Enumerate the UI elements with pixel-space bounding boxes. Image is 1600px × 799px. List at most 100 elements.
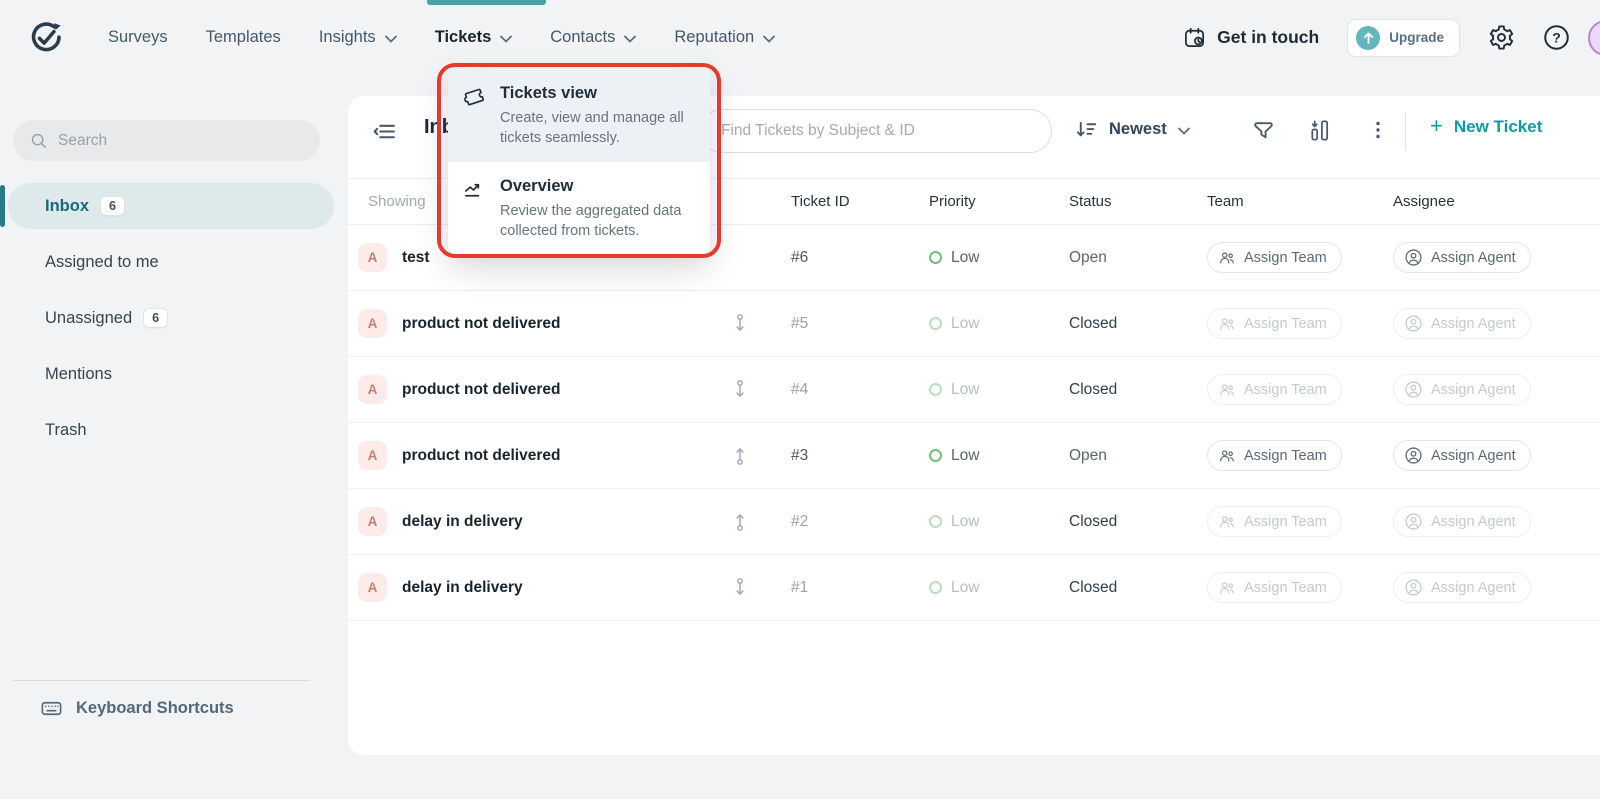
assign-team-button[interactable]: Assign Team bbox=[1207, 506, 1342, 537]
calendar-clock-icon bbox=[1183, 26, 1206, 49]
assign-agent-button[interactable]: Assign Agent bbox=[1393, 374, 1531, 405]
nav-item-contacts[interactable]: Contacts bbox=[550, 0, 636, 75]
ticket-subject: product not delivered bbox=[402, 381, 560, 399]
svg-text:?: ? bbox=[1552, 30, 1561, 46]
user-avatar[interactable] bbox=[1588, 20, 1600, 56]
assign-team-label: Assign Team bbox=[1244, 316, 1327, 332]
ticket-subject: delay in delivery bbox=[402, 579, 523, 597]
active-tab-indicator bbox=[427, 0, 546, 5]
nav-item-surveys[interactable]: Surveys bbox=[108, 0, 168, 75]
priority-dot-icon bbox=[929, 449, 942, 462]
ticket-id: #5 bbox=[791, 315, 929, 333]
assign-team-button[interactable]: Assign Team bbox=[1207, 440, 1342, 471]
agent-icon bbox=[1404, 446, 1423, 465]
menu-item-tickets-view[interactable]: Tickets view Create, view and manage all… bbox=[448, 69, 710, 162]
assign-team-button[interactable]: Assign Team bbox=[1207, 242, 1342, 273]
avatar: A bbox=[358, 375, 387, 404]
ticket-search-box[interactable] bbox=[700, 109, 1052, 153]
priority-label: Low bbox=[951, 513, 979, 531]
sidebar: Inbox6Assigned to meUnassigned6MentionsT… bbox=[0, 75, 330, 799]
nav-item-label: Reputation bbox=[674, 28, 754, 47]
nav-item-insights[interactable]: Insights bbox=[319, 0, 397, 75]
assign-team-button[interactable]: Assign Team bbox=[1207, 308, 1342, 339]
nav-item-label: Insights bbox=[319, 28, 376, 47]
assign-agent-label: Assign Agent bbox=[1431, 382, 1516, 398]
app-logo[interactable] bbox=[28, 20, 62, 56]
status-label: Closed bbox=[1069, 381, 1207, 399]
collapse-sidebar-icon[interactable] bbox=[372, 119, 397, 144]
menu-item-description: Review the aggregated data collected fro… bbox=[500, 201, 694, 241]
avatar: A bbox=[358, 243, 387, 272]
priority-label: Low bbox=[951, 381, 979, 399]
agent-icon bbox=[1404, 248, 1423, 267]
keyboard-icon bbox=[40, 697, 63, 720]
priority-label: Low bbox=[951, 249, 979, 267]
new-ticket-button[interactable]: + New Ticket bbox=[1430, 117, 1542, 137]
menu-item-title: Tickets view bbox=[500, 84, 694, 103]
count-badge: 6 bbox=[143, 308, 168, 328]
assign-agent-button[interactable]: Assign Agent bbox=[1393, 308, 1531, 339]
status-label: Closed bbox=[1069, 513, 1207, 531]
sidebar-item-assigned-to-me[interactable]: Assigned to me bbox=[8, 239, 330, 285]
column-header-assignee: Assignee bbox=[1393, 193, 1600, 210]
nav-item-reputation[interactable]: Reputation bbox=[674, 0, 775, 75]
priority-dot-icon bbox=[929, 383, 942, 396]
sidebar-item-label: Trash bbox=[45, 421, 87, 440]
assign-team-button[interactable]: Assign Team bbox=[1207, 374, 1342, 405]
filter-icon[interactable] bbox=[1251, 119, 1276, 144]
help-icon[interactable]: ? bbox=[1543, 24, 1570, 51]
assign-agent-button[interactable]: Assign Agent bbox=[1393, 506, 1531, 537]
count-badge: 6 bbox=[100, 196, 125, 216]
priority-dot-icon bbox=[929, 251, 942, 264]
chevron-down-icon bbox=[763, 35, 775, 43]
upgrade-button[interactable]: Upgrade bbox=[1347, 19, 1460, 57]
chevron-down-icon bbox=[1178, 127, 1190, 135]
sort-dropdown[interactable]: Newest bbox=[1075, 118, 1190, 141]
assign-agent-button[interactable]: Assign Agent bbox=[1393, 242, 1531, 273]
primary-nav: Surveys Templates Insights Tickets Contacts R… bbox=[108, 0, 775, 75]
assign-agent-button[interactable]: Assign Agent bbox=[1393, 572, 1531, 603]
assign-agent-button[interactable]: Assign Agent bbox=[1393, 440, 1531, 471]
ticket-search-input[interactable] bbox=[721, 122, 1018, 140]
table-row[interactable]: A product not delivered #5 Low Closed As… bbox=[348, 291, 1600, 357]
menu-item-description: Create, view and manage all tickets seam… bbox=[500, 108, 694, 148]
ticket-icon bbox=[463, 86, 487, 148]
plus-icon: + bbox=[1430, 115, 1443, 137]
table-row[interactable]: A delay in delivery #2 Low Closed Assign… bbox=[348, 489, 1600, 555]
search-input[interactable] bbox=[58, 132, 290, 150]
menu-item-overview[interactable]: Overview Review the aggregated data coll… bbox=[448, 162, 710, 255]
nav-item-templates[interactable]: Templates bbox=[206, 0, 281, 75]
sidebar-item-inbox[interactable]: Inbox6 bbox=[8, 183, 334, 229]
upgrade-arrow-icon bbox=[1356, 26, 1380, 50]
priority-label: Low bbox=[951, 315, 979, 333]
assign-agent-label: Assign Agent bbox=[1431, 448, 1516, 464]
get-in-touch-button[interactable]: Get in touch bbox=[1183, 26, 1319, 49]
keyboard-shortcuts-label: Keyboard Shortcuts bbox=[76, 699, 234, 718]
table-row[interactable]: A delay in delivery #1 Low Closed Assign… bbox=[348, 555, 1600, 621]
chevron-down-icon bbox=[500, 35, 512, 43]
table-row[interactable]: A product not delivered #4 Low Closed As… bbox=[348, 357, 1600, 423]
team-icon bbox=[1218, 249, 1236, 267]
ticket-subject: test bbox=[402, 249, 430, 267]
assign-team-label: Assign Team bbox=[1244, 514, 1327, 530]
nav-item-tickets[interactable]: Tickets bbox=[435, 0, 513, 75]
agent-icon bbox=[1404, 578, 1423, 597]
sidebar-item-unassigned[interactable]: Unassigned6 bbox=[8, 295, 330, 341]
assign-team-button[interactable]: Assign Team bbox=[1207, 572, 1342, 603]
get-in-touch-label: Get in touch bbox=[1217, 27, 1319, 48]
priority-label: Low bbox=[951, 447, 979, 465]
keyboard-shortcuts-button[interactable]: Keyboard Shortcuts bbox=[40, 697, 234, 720]
menu-item-title: Overview bbox=[500, 177, 694, 196]
sidebar-search[interactable] bbox=[13, 120, 320, 161]
column-header-ticket-id: Ticket ID bbox=[791, 193, 929, 210]
sidebar-item-trash[interactable]: Trash bbox=[8, 407, 330, 453]
settings-gear-icon[interactable] bbox=[1488, 24, 1515, 51]
agent-icon bbox=[1404, 380, 1423, 399]
column-settings-icon[interactable] bbox=[1308, 119, 1331, 142]
ticket-subject: delay in delivery bbox=[402, 513, 523, 531]
sidebar-item-mentions[interactable]: Mentions bbox=[8, 351, 330, 397]
table-row[interactable]: A product not delivered #3 Low Open Assi… bbox=[348, 423, 1600, 489]
toolbar-divider bbox=[1405, 112, 1406, 150]
more-options-icon[interactable] bbox=[1366, 118, 1390, 142]
ticket-id: #3 bbox=[791, 447, 929, 465]
